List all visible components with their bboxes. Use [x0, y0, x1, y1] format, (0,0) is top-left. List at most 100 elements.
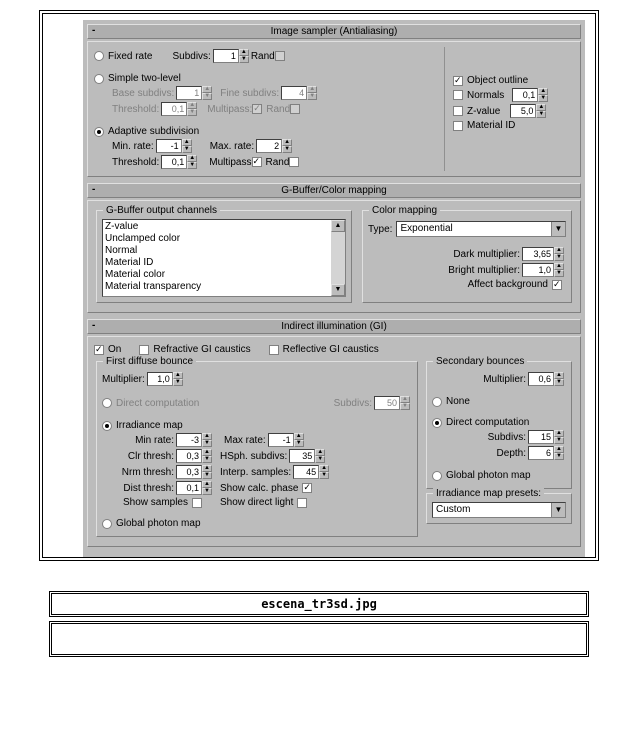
- gi-on-check[interactable]: [94, 345, 104, 355]
- adp-threshold-label: Threshold:: [112, 157, 159, 168]
- stl-threshold-spinner: 0,1▲▼: [161, 102, 197, 116]
- show-samples-label: Show samples: [118, 497, 188, 508]
- sb-depth-spinner[interactable]: 6▲▼: [528, 446, 564, 460]
- fb-subdivs-spinner: 50▲▼: [374, 396, 410, 410]
- fixed-rate-radio[interactable]: [94, 51, 104, 61]
- normals-check[interactable]: [453, 90, 463, 100]
- sb-none-label: None: [446, 396, 470, 407]
- channels-scrollbar[interactable]: ▲▼: [331, 220, 345, 296]
- list-item[interactable]: Z-value: [105, 221, 329, 233]
- fb-irr-radio[interactable]: [102, 421, 112, 431]
- rollup-gi-title[interactable]: -Indirect illumination (GI): [87, 319, 581, 334]
- fixed-rand-check[interactable]: [275, 51, 285, 61]
- rollup-image-sampler-body: Fixed rate Subdivs: 1▲▼ Rand Simple two-…: [87, 41, 581, 177]
- type-dropdown[interactable]: Exponential▼: [396, 221, 566, 237]
- zvalue-check[interactable]: [453, 106, 463, 116]
- bright-spinner[interactable]: 1,0▲▼: [522, 263, 564, 277]
- fb-irr-label: Irradiance map: [116, 420, 183, 431]
- fb-subdivs-label: Subdivs:: [334, 398, 372, 409]
- sb-global-photon-label: Global photon map: [446, 470, 531, 481]
- list-item[interactable]: Material color: [105, 269, 329, 281]
- fb-mult-spinner[interactable]: 1,0▲▼: [147, 372, 183, 386]
- irr-clr-spinner[interactable]: 0,3▲▼: [176, 449, 212, 463]
- bright-label: Bright multiplier:: [448, 265, 520, 276]
- sb-direct-radio[interactable]: [432, 418, 442, 428]
- irr-dist-spinner[interactable]: 0,1▲▼: [176, 481, 212, 495]
- fb-direct-radio[interactable]: [102, 398, 112, 408]
- irr-interp-spinner[interactable]: 45▲▼: [293, 465, 329, 479]
- material-id-label: Material ID: [467, 120, 515, 131]
- list-item[interactable]: Unclamped color: [105, 233, 329, 245]
- fb-global-photon-radio[interactable]: [102, 519, 112, 529]
- channels-group-title: G-Buffer output channels: [103, 205, 220, 216]
- gi-on-label: On: [108, 344, 121, 355]
- sb-mult-spinner[interactable]: 0,6▲▼: [528, 372, 564, 386]
- show-direct-label: Show direct light: [220, 497, 293, 508]
- fb-mult-label: Multiplier:: [102, 374, 145, 385]
- first-bounce-title: First diffuse bounce: [103, 356, 196, 367]
- title-text: G-Buffer/Color mapping: [281, 185, 386, 196]
- sb-none-radio[interactable]: [432, 397, 442, 407]
- fb-direct-label: Direct computation: [116, 398, 199, 409]
- affect-bg-check[interactable]: [552, 280, 562, 290]
- title-text: Indirect illumination (GI): [281, 321, 387, 332]
- sb-subdivs-label: Subdivs:: [488, 432, 526, 443]
- presets-dropdown[interactable]: Custom▼: [432, 502, 566, 518]
- fixed-subdivs-spinner[interactable]: 1▲▼: [213, 49, 249, 63]
- rollup-gbuffer-title[interactable]: -G-Buffer/Color mapping: [87, 183, 581, 198]
- empty-frame: [49, 621, 589, 657]
- irr-nrm-spinner[interactable]: 0,3▲▼: [176, 465, 212, 479]
- reflective-check[interactable]: [269, 345, 279, 355]
- sb-depth-label: Depth:: [497, 448, 526, 459]
- channels-listbox[interactable]: Z-value Unclamped color Normal Material …: [102, 219, 346, 297]
- adp-rand-label: Rand: [266, 157, 290, 168]
- max-rate-label: Max. rate:: [210, 141, 254, 152]
- irr-clr-label: Clr thresh:: [118, 451, 174, 462]
- zvalue-spinner[interactable]: 5,0▲▼: [510, 104, 546, 118]
- simple-two-level-radio[interactable]: [94, 74, 104, 84]
- show-calc-check[interactable]: [302, 483, 312, 493]
- rollup-gi-body: On Refractive GI caustics Reflective GI …: [87, 336, 581, 547]
- adaptive-radio[interactable]: [94, 127, 104, 137]
- adp-multipass-label: Multipass: [209, 157, 251, 168]
- show-samples-check[interactable]: [192, 498, 202, 508]
- refractive-label: Refractive GI caustics: [153, 344, 250, 355]
- fixed-rate-label: Fixed rate: [108, 51, 152, 62]
- material-id-check[interactable]: [453, 121, 463, 131]
- min-rate-label: Min. rate:: [112, 141, 154, 152]
- irr-hsph-label: HSph. subdivs:: [220, 451, 287, 462]
- irr-minrate-label: Min rate:: [118, 435, 174, 446]
- mapping-group-title: Color mapping: [369, 205, 440, 216]
- irr-minrate-spinner[interactable]: -3▲▼: [176, 433, 212, 447]
- list-item[interactable]: Normal: [105, 245, 329, 257]
- caption: escena_tr3sd.jpg: [49, 591, 589, 617]
- rollup-gbuffer-body: G-Buffer output channels Z-value Unclamp…: [87, 200, 581, 313]
- stl-threshold-label: Threshold:: [112, 104, 159, 115]
- refractive-check[interactable]: [139, 345, 149, 355]
- list-item[interactable]: Material ID: [105, 257, 329, 269]
- show-direct-check[interactable]: [297, 498, 307, 508]
- min-rate-spinner[interactable]: -1▲▼: [156, 139, 192, 153]
- simple-two-level-label: Simple two-level: [108, 73, 181, 84]
- stl-rand-label: Rand: [266, 104, 290, 115]
- sb-subdivs-spinner[interactable]: 15▲▼: [528, 430, 564, 444]
- sb-direct-label: Direct computation: [446, 417, 529, 428]
- presets-title: Irradiance map presets:: [433, 488, 544, 499]
- adp-rand-check[interactable]: [289, 157, 299, 167]
- irr-maxrate-spinner[interactable]: -1▲▼: [268, 433, 304, 447]
- fixed-subdivs-label: Subdivs:: [172, 51, 210, 62]
- affect-bg-label: Affect background: [468, 279, 548, 290]
- list-item[interactable]: Material transparency: [105, 281, 329, 293]
- sb-mult-label: Multiplier:: [483, 374, 526, 385]
- dark-label: Dark multiplier:: [453, 249, 520, 260]
- rollup-image-sampler-title[interactable]: -Image sampler (Antialiasing): [87, 24, 581, 39]
- sb-global-photon-radio[interactable]: [432, 471, 442, 481]
- fb-global-photon-label: Global photon map: [116, 518, 201, 529]
- object-outline-check[interactable]: [453, 76, 463, 86]
- adp-threshold-spinner[interactable]: 0,1▲▼: [161, 155, 197, 169]
- normals-spinner[interactable]: 0,1▲▼: [512, 88, 548, 102]
- adp-multipass-check[interactable]: [252, 157, 262, 167]
- max-rate-spinner[interactable]: 2▲▼: [256, 139, 292, 153]
- irr-hsph-spinner[interactable]: 35▲▼: [289, 449, 325, 463]
- dark-spinner[interactable]: 3,65▲▼: [522, 247, 564, 261]
